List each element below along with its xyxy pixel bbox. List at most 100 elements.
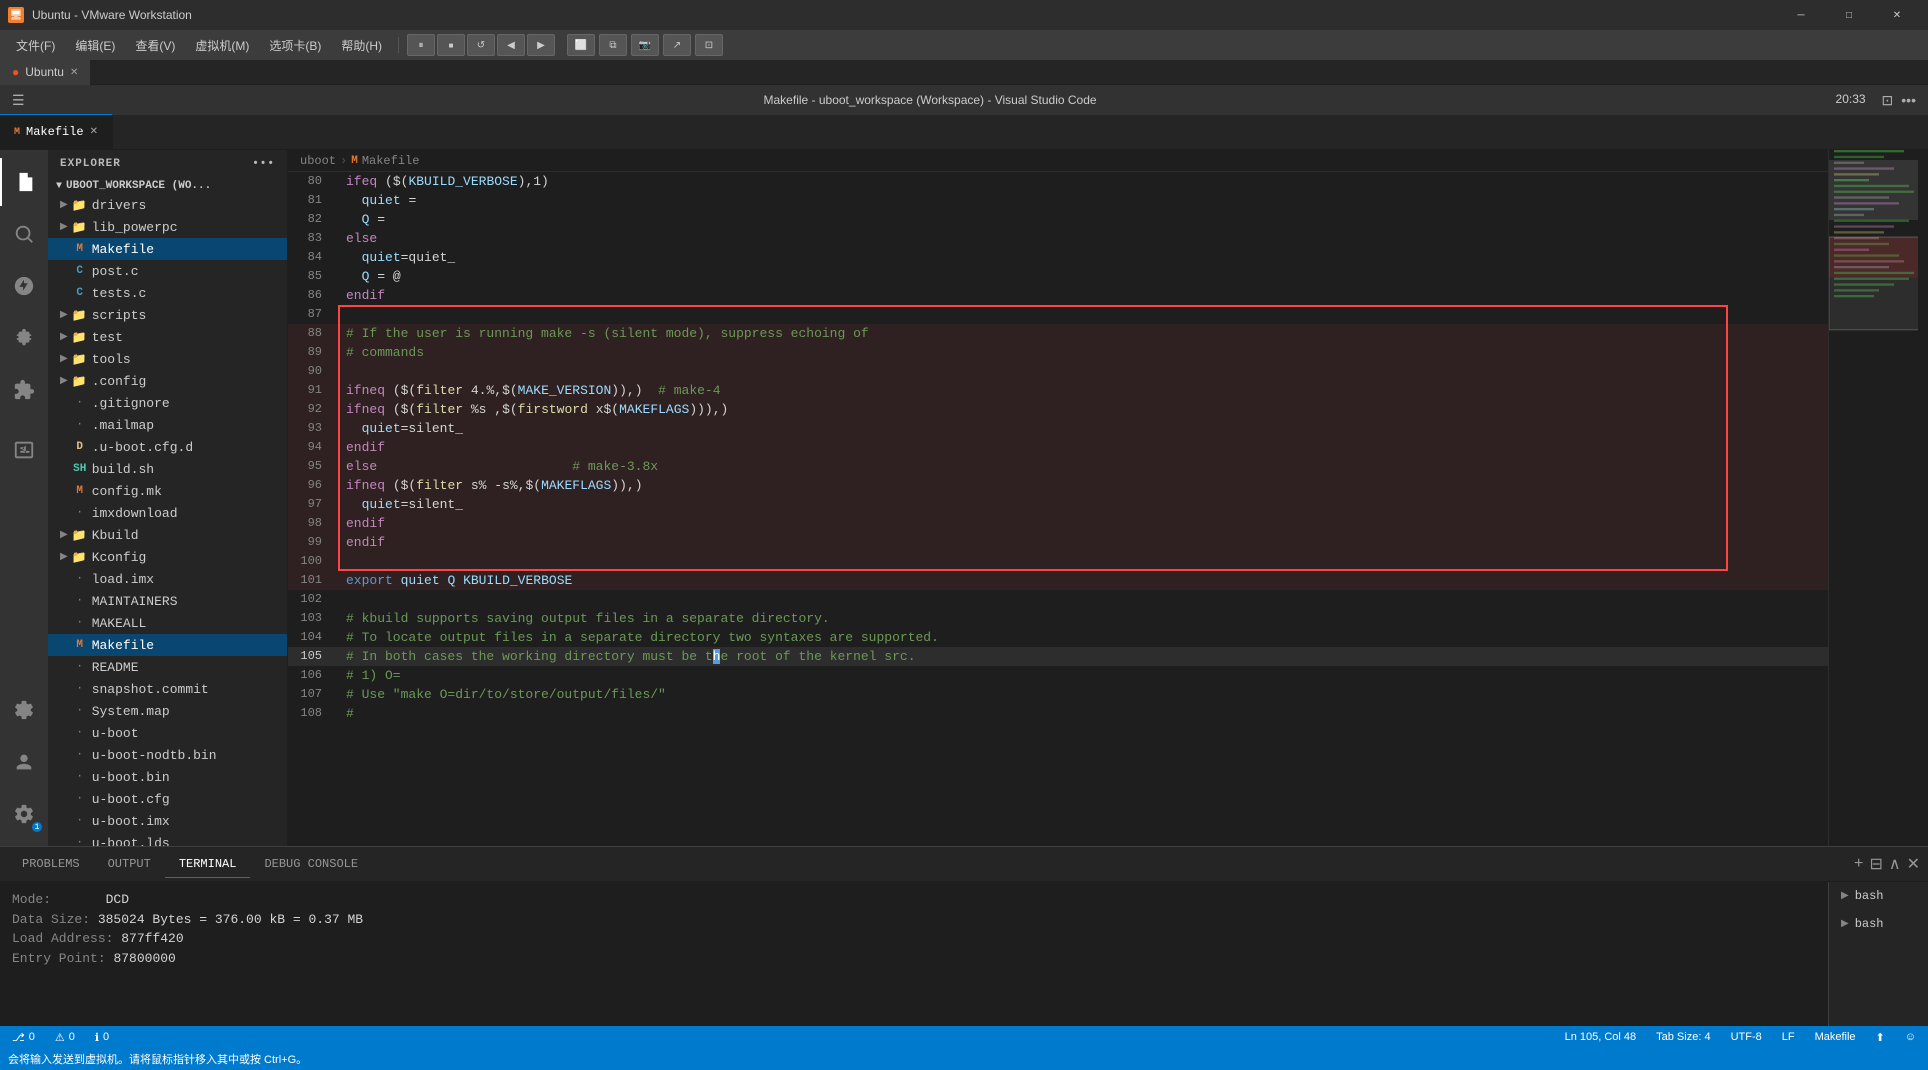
view-btn2[interactable]: ⊡ <box>695 34 723 56</box>
sidebar-item-testsc[interactable]: ▶ C tests.c <box>48 282 287 304</box>
stop-button[interactable]: ■ <box>437 34 465 56</box>
window-title: Ubuntu - VMware Workstation <box>32 8 1778 22</box>
menu-vm[interactable]: 虚拟机(M) <box>187 33 257 58</box>
menu-view[interactable]: 查看(V) <box>127 33 183 58</box>
close-button[interactable]: ✕ <box>1874 0 1920 30</box>
terminal-tab[interactable]: TERMINAL <box>165 851 251 878</box>
status-language[interactable]: Makefile <box>1811 1031 1860 1043</box>
activity-debug[interactable] <box>0 314 48 362</box>
sidebar-item-makefile[interactable]: ▶ M Makefile <box>48 238 287 260</box>
maximize-button[interactable]: □ <box>1826 0 1872 30</box>
sidebar-item-ubootcfgd[interactable]: ▶ D .u-boot.cfg.d <box>48 436 287 458</box>
bash-item-1[interactable]: ▶ bash <box>1829 882 1928 910</box>
makefile-tab-close[interactable]: ✕ <box>90 126 98 138</box>
activity-git[interactable] <box>0 262 48 310</box>
file-icon: · <box>72 727 88 739</box>
sidebar-item-loadimx[interactable]: ▶ · load.imx <box>48 568 287 590</box>
activity-settings[interactable]: 1 <box>0 790 48 838</box>
activity-files[interactable] <box>0 158 48 206</box>
share-btn[interactable]: ↗ <box>663 34 691 56</box>
status-smiley[interactable]: ☺ <box>1901 1031 1920 1043</box>
status-tabsize[interactable]: Tab Size: 4 <box>1652 1031 1714 1043</box>
menu-edit[interactable]: 编辑(E) <box>67 33 123 58</box>
sidebar-item-drivers[interactable]: ▶ 📁 drivers <box>48 194 287 216</box>
status-errors[interactable]: ⚠ 0 <box>51 1031 79 1044</box>
sidebar-item-ubootnodtbbin[interactable]: ▶ · u-boot-nodtb.bin <box>48 744 287 766</box>
window-btn[interactable]: ⧉ <box>599 34 627 56</box>
folder-icon: 📁 <box>72 198 88 213</box>
reset-button[interactable]: ↺ <box>467 34 495 56</box>
sidebar-item-uboot[interactable]: ▶ · u-boot <box>48 722 287 744</box>
status-git[interactable]: ⎇ 0 <box>8 1031 39 1044</box>
debug-console-tab[interactable]: DEBUG CONSOLE <box>250 851 372 878</box>
menu-help[interactable]: 帮助(H) <box>333 33 390 58</box>
menu-tabs[interactable]: 选项卡(B) <box>261 33 329 58</box>
status-encoding[interactable]: UTF-8 <box>1727 1031 1766 1043</box>
close-panel-btn[interactable]: ✕ <box>1907 854 1920 874</box>
menu-file[interactable]: 文件(F) <box>8 33 63 58</box>
pause-button[interactable]: ⏸ <box>407 34 435 56</box>
sidebar-item-makeall[interactable]: ▶ · MAKEALL <box>48 612 287 634</box>
sidebar-item-ubootlds[interactable]: ▶ · u-boot.lds <box>48 832 287 846</box>
problems-tab[interactable]: PROBLEMS <box>8 851 94 878</box>
sidebar-item-ubootbin[interactable]: ▶ · u-boot.bin <box>48 766 287 788</box>
item-label: load.imx <box>92 572 154 587</box>
sidebar-item-mailmap[interactable]: ▶ · .mailmap <box>48 414 287 436</box>
output-tab[interactable]: OUTPUT <box>94 851 165 878</box>
ubuntu-tab[interactable]: ● Ubuntu ✕ <box>0 60 91 85</box>
vertical-scrollbar[interactable] <box>1918 150 1928 846</box>
forward-button[interactable]: ▶ <box>527 34 555 56</box>
sidebar-item-tools[interactable]: ▶ 📁 tools <box>48 348 287 370</box>
sidebar-item-lib-powerpc[interactable]: ▶ 📁 lib_powerpc <box>48 216 287 238</box>
sidebar-item-kconfig[interactable]: ▶ 📁 Kconfig <box>48 546 287 568</box>
sidebar-item-kbuild[interactable]: ▶ 📁 Kbuild <box>48 524 287 546</box>
status-eol[interactable]: LF <box>1778 1031 1799 1043</box>
sidebar-item-systemmap[interactable]: ▶ · System.map <box>48 700 287 722</box>
status-position[interactable]: Ln 105, Col 48 <box>1561 1031 1641 1043</box>
status-right: Ln 105, Col 48 Tab Size: 4 UTF-8 LF Make… <box>1561 1031 1920 1044</box>
bash-item-2[interactable]: ▶ bash <box>1829 910 1928 938</box>
sidebar-item-configmk[interactable]: ▶ M config.mk <box>48 480 287 502</box>
datasize-value: 385024 Bytes = 376.00 kB = 0.37 MB <box>98 912 363 927</box>
sidebar-item-scripts[interactable]: ▶ 📁 scripts <box>48 304 287 326</box>
minimize-button[interactable]: ─ <box>1778 0 1824 30</box>
sidebar-item-maintainers[interactable]: ▶ · MAINTAINERS <box>48 590 287 612</box>
terminal-content[interactable]: Mode: DCD Data Size: 385024 Bytes = 376.… <box>0 882 1828 1026</box>
vscode-left-icons: ☰ <box>12 92 25 109</box>
workspace-label[interactable]: ▼ UBOOT_WORKSPACE (WO... <box>48 178 287 194</box>
activity-extensions[interactable] <box>0 366 48 414</box>
sidebar-item-buildsh[interactable]: ▶ SH build.sh <box>48 458 287 480</box>
item-label: post.c <box>92 264 139 279</box>
sidebar-item-snapshot-commit[interactable]: ▶ · snapshot.commit <box>48 678 287 700</box>
sidebar-more-icon[interactable]: ••• <box>252 158 275 170</box>
sidebar-item-config[interactable]: ▶ 📁 .config <box>48 370 287 392</box>
split-terminal-btn[interactable]: ⊟ <box>1869 854 1882 874</box>
status-warnings[interactable]: ℹ 0 <box>91 1031 113 1044</box>
activity-remote[interactable] <box>0 686 48 734</box>
sidebar-item-test[interactable]: ▶ 📁 test <box>48 326 287 348</box>
sidebar-item-imxdownload[interactable]: ▶ · imxdownload <box>48 502 287 524</box>
code-editor[interactable]: uboot › M Makefile 80 ifeq ($(KBUILD_VER… <box>288 150 1828 846</box>
snap-btn[interactable]: 📷 <box>631 34 659 56</box>
sidebar-item-makefile2[interactable]: ▶ M Makefile <box>48 634 287 656</box>
sidebar-item-readme[interactable]: ▶ · README <box>48 656 287 678</box>
fullscreen-btn[interactable]: ⬜ <box>567 34 595 56</box>
ubuntu-tab-close[interactable]: ✕ <box>70 67 78 78</box>
add-terminal-btn[interactable]: + <box>1854 855 1864 873</box>
sidebar-item-gitignore[interactable]: ▶ · .gitignore <box>48 392 287 414</box>
activity-account[interactable] <box>0 738 48 786</box>
item-label: scripts <box>92 308 147 323</box>
sidebar-item-ubootimx[interactable]: ▶ · u-boot.imx <box>48 810 287 832</box>
maximize-panel-btn[interactable]: ∧ <box>1889 854 1901 874</box>
hamburger-icon[interactable]: ☰ <box>12 92 25 109</box>
back-button[interactable]: ◀ <box>497 34 525 56</box>
sidebar-item-ubootcfg[interactable]: ▶ · u-boot.cfg <box>48 788 287 810</box>
layout-icon[interactable]: ⊡ <box>1882 92 1894 109</box>
activity-terminal[interactable] <box>0 426 48 474</box>
sidebar-item-postc[interactable]: ▶ C post.c <box>48 260 287 282</box>
more-icon[interactable]: ••• <box>1901 92 1916 109</box>
makefile-tab[interactable]: M Makefile ✕ <box>0 114 113 149</box>
activity-search[interactable] <box>0 210 48 258</box>
code-line-90: 90 <box>288 362 1828 381</box>
status-upload[interactable]: ⬆ <box>1872 1031 1889 1044</box>
